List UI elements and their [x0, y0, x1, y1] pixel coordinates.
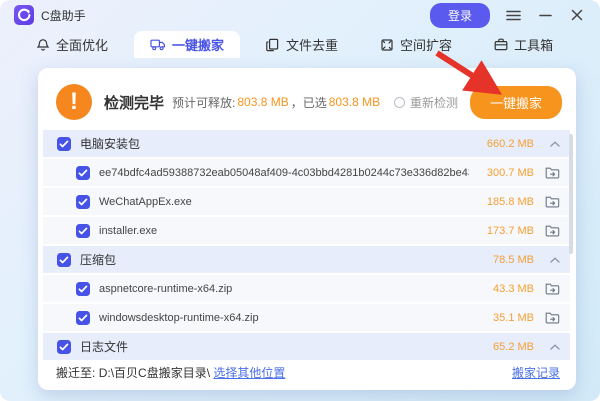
checkbox-checked-icon[interactable] [57, 253, 71, 267]
file-name: windowsdesktop-runtime-x64.zip [99, 312, 259, 324]
move-file-icon[interactable] [534, 282, 560, 295]
file-row[interactable]: ee74bdfc4ad59388732eab05048af409-4c03bbd… [43, 159, 570, 188]
move-file-icon[interactable] [534, 166, 560, 179]
tab-label: 工具箱 [514, 35, 553, 54]
optimize-icon [36, 38, 50, 52]
selected-value: 803.8 MB [329, 95, 380, 109]
app-title: C盘助手 [41, 7, 86, 24]
file-size: 35.1 MB [493, 312, 534, 324]
tab-1[interactable]: 全面优化 [20, 31, 124, 58]
category-label: 压缩包 [80, 251, 116, 268]
releasable-value: 803.8 MB [237, 95, 288, 109]
minimize-icon[interactable] [536, 6, 554, 24]
category-label: 电脑安装包 [80, 135, 140, 152]
move-now-button[interactable]: 一键搬家 [470, 86, 562, 119]
selected-label: ，已选 [291, 94, 327, 111]
category-size: 65.2 MB [493, 341, 534, 353]
file-list: 电脑安装包 660.2 MB ee74bdfc4ad59388732eab05048… [43, 130, 570, 362]
file-row[interactable]: installer.exe 173.7 MB [43, 217, 570, 246]
toolbox-icon [494, 38, 508, 51]
title-bar: C盘助手 登录 [0, 0, 600, 30]
checkbox-checked-icon[interactable] [76, 195, 90, 209]
recheck-radio-icon [394, 97, 405, 108]
target-path: D:\百贝C盘搬家目录\ [99, 364, 210, 381]
file-row[interactable]: windowsdesktop-runtime-x64.zip 35.1 MB [43, 304, 570, 333]
tab-label: 全面优化 [56, 35, 108, 54]
scrollbar[interactable] [569, 132, 573, 360]
file-name: ee74bdfc4ad59388732eab05048af409-4c03bbd… [99, 167, 469, 179]
tab-bar: 全面优化 一键搬家 文件去重 空间扩容 工具箱 [20, 31, 569, 58]
checkbox-checked-icon[interactable] [57, 340, 71, 354]
main-panel: ! 检测完毕 预计可释放: 803.8 MB ，已选 803.8 MB 重新检测… [38, 68, 576, 390]
checkbox-checked-icon[interactable] [76, 224, 90, 238]
scan-summary: ! 检测完毕 预计可释放: 803.8 MB ，已选 803.8 MB 重新检测… [56, 82, 562, 122]
tab-4[interactable]: 空间扩容 [364, 31, 468, 58]
file-size: 300.7 MB [487, 167, 534, 179]
checkbox-checked-icon[interactable] [76, 166, 90, 180]
expand-icon [380, 38, 394, 52]
tab-label: 文件去重 [286, 35, 338, 54]
move-history-link[interactable]: 搬家记录 [512, 364, 560, 381]
tab-label: 一键搬家 [172, 35, 224, 54]
scrollbar-thumb[interactable] [569, 134, 573, 254]
move-file-icon[interactable] [534, 195, 560, 208]
close-icon[interactable] [568, 6, 586, 24]
releasable-label: 预计可释放: [172, 94, 235, 111]
truck-icon [150, 38, 166, 51]
checkbox-checked-icon[interactable] [76, 282, 90, 296]
chevron-up-icon[interactable] [534, 344, 560, 350]
move-file-icon[interactable] [534, 311, 560, 324]
chevron-up-icon[interactable] [534, 257, 560, 263]
file-size: 173.7 MB [487, 225, 534, 237]
file-name: WeChatAppEx.exe [99, 196, 192, 208]
recheck-button[interactable]: 重新检测 [394, 94, 458, 111]
target-label: 搬迁至: [56, 364, 95, 381]
tab-5[interactable]: 工具箱 [478, 31, 569, 58]
file-size: 185.8 MB [487, 196, 534, 208]
app-logo-icon [14, 5, 34, 25]
category-label: 日志文件 [80, 338, 128, 355]
category-size: 78.5 MB [493, 254, 534, 266]
checkbox-checked-icon[interactable] [76, 311, 90, 325]
chevron-up-icon[interactable] [534, 141, 560, 147]
dedupe-icon [266, 38, 280, 52]
login-button[interactable]: 登录 [430, 3, 490, 28]
recheck-label: 重新检测 [410, 94, 458, 111]
file-name: installer.exe [99, 225, 157, 237]
scan-status: 检测完毕 [104, 92, 164, 113]
card-footer: 搬迁至: D:\百贝C盘搬家目录\ 选择其他位置 搬家记录 [56, 364, 560, 381]
category-row[interactable]: 压缩包 78.5 MB [43, 246, 570, 275]
file-name: aspnetcore-runtime-x64.zip [99, 283, 232, 295]
category-row[interactable]: 日志文件 65.2 MB [43, 333, 570, 362]
file-size: 43.3 MB [493, 283, 534, 295]
tab-2[interactable]: 一键搬家 [134, 31, 240, 58]
alert-icon: ! [56, 84, 92, 120]
file-row[interactable]: WeChatAppEx.exe 185.8 MB [43, 188, 570, 217]
tab-label: 空间扩容 [400, 35, 452, 54]
category-size: 660.2 MB [487, 138, 534, 150]
tab-3[interactable]: 文件去重 [250, 31, 354, 58]
checkbox-checked-icon[interactable] [57, 137, 71, 151]
file-row[interactable]: aspnetcore-runtime-x64.zip 43.3 MB [43, 275, 570, 304]
choose-location-link[interactable]: 选择其他位置 [213, 364, 285, 381]
menu-icon[interactable] [504, 6, 522, 24]
category-row[interactable]: 电脑安装包 660.2 MB [43, 130, 570, 159]
app-window: C盘助手 登录 全面优化一键搬家文件去重空间扩容工具箱 ! 检测完毕 预计可释放… [0, 0, 600, 401]
move-file-icon[interactable] [534, 224, 560, 237]
